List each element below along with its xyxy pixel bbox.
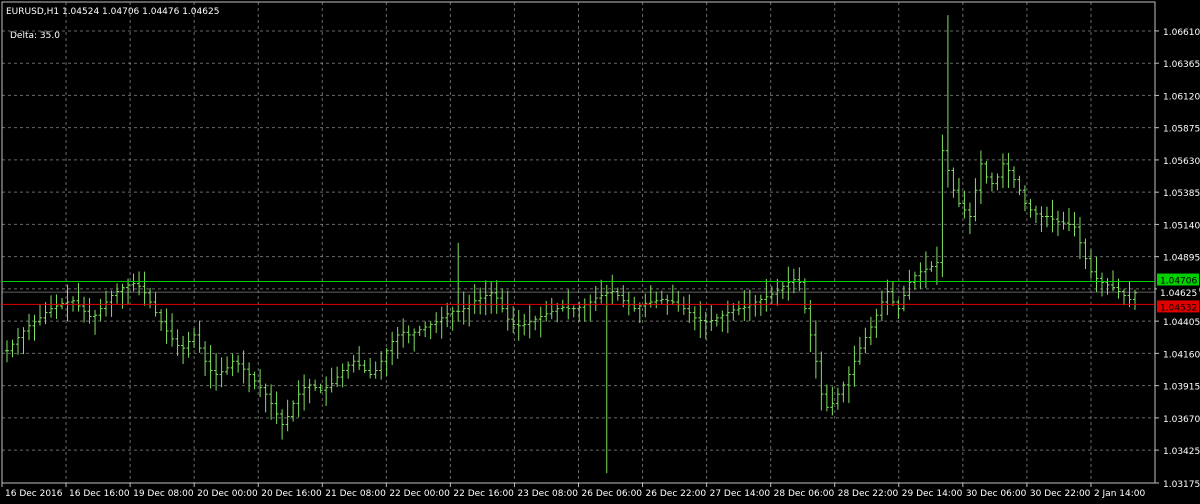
price-label: 1.04625 (1160, 289, 1197, 299)
delta-label: Delta: 35.0 (10, 31, 60, 41)
y-tick-label: 1.05875 (1163, 125, 1200, 135)
x-tick-label: 16 Dec 2016 (5, 489, 63, 499)
x-tick-label: 28 Dec 22:00 (838, 489, 899, 499)
chart-canvas[interactable]: 1.06610 1.06365 1.06120 1.05875 1.05630 1.053… (0, 0, 1200, 500)
price-label: 1.04706 (1160, 277, 1197, 287)
y-tick-label: 1.04405 (1163, 318, 1200, 328)
y-tick-label: 1.04160 (1163, 350, 1200, 360)
x-tick-label: 20 Dec 16:00 (261, 489, 322, 499)
y-tick-label: 1.03670 (1163, 415, 1200, 425)
x-tick-label: 20 Dec 00:00 (197, 489, 258, 499)
y-tick-label: 1.03915 (1163, 383, 1200, 393)
x-tick-label: 29 Dec 14:00 (902, 489, 963, 499)
x-tick-label: 28 Dec 06:00 (774, 489, 835, 499)
y-tick-label: 1.06120 (1163, 92, 1200, 102)
x-tick-label: 23 Dec 08:00 (517, 489, 578, 499)
x-tick-label: 16 Dec 16:00 (69, 489, 130, 499)
y-tick-label: 1.03425 (1163, 447, 1200, 457)
x-tick-label: 22 Dec 00:00 (389, 489, 450, 499)
y-tick-label: 1.06365 (1163, 60, 1200, 70)
symbol-label: EURUSD,H1 1.04524 1.04706 1.04476 1.0462… (6, 7, 219, 17)
y-tick-label: 1.03175 (1163, 480, 1200, 490)
price-chart[interactable]: 1.06610 1.06365 1.06120 1.05875 1.05630 1.053… (0, 0, 1200, 500)
y-tick-label: 1.04895 (1163, 254, 1200, 264)
x-tick-label: 26 Dec 06:00 (582, 489, 643, 499)
x-tick-label: 2 Jan 14:00 (1094, 489, 1146, 499)
y-tick-label: 1.05385 (1163, 189, 1200, 199)
price-label: 1.04532 (1160, 303, 1197, 313)
x-tick-label: 19 Dec 08:00 (133, 489, 194, 499)
x-tick-label: 27 Dec 14:00 (710, 489, 771, 499)
y-tick-label: 1.05140 (1163, 221, 1200, 231)
x-tick-label: 22 Dec 16:00 (453, 489, 514, 499)
x-tick-label: 30 Dec 06:00 (966, 489, 1027, 499)
y-tick-label: 1.05630 (1163, 157, 1200, 167)
y-tick-label: 1.06610 (1163, 28, 1200, 38)
x-tick-label: 26 Dec 22:00 (646, 489, 707, 499)
x-tick-label: 21 Dec 08:00 (325, 489, 386, 499)
x-tick-label: 30 Dec 22:00 (1030, 489, 1091, 499)
